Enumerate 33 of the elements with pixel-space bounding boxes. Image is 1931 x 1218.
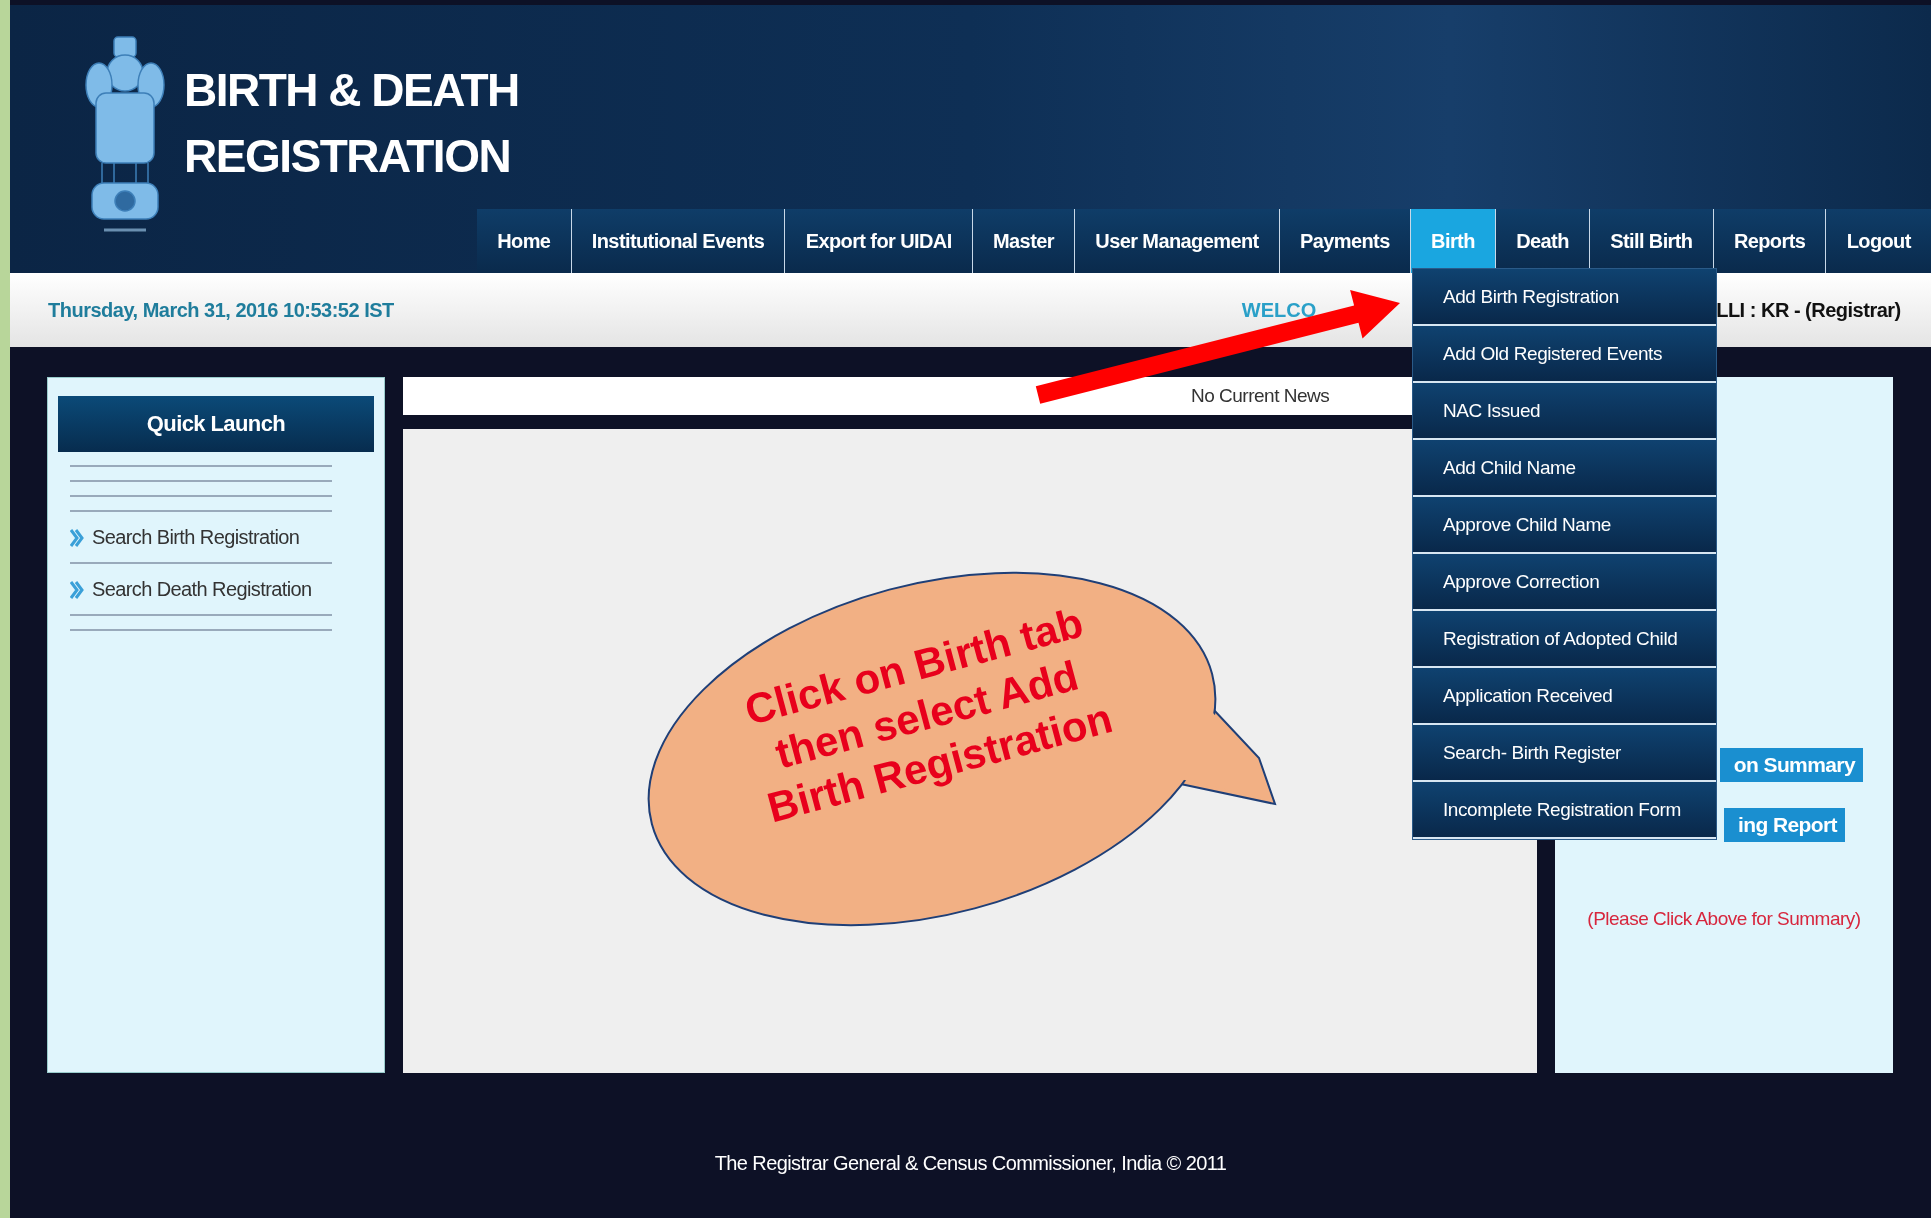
news-text: No Current News — [1191, 385, 1330, 407]
menu-item[interactable]: Registration of Adopted Child — [1412, 611, 1716, 668]
nav-tab[interactable]: Export for UIDAI — [784, 209, 972, 273]
nav-tab[interactable]: Reports — [1712, 209, 1826, 273]
emblem-icon — [84, 35, 166, 235]
menu-item[interactable]: Search- Birth Register — [1412, 725, 1716, 782]
quick-launch-header: Quick Launch — [58, 396, 374, 452]
nav-tab[interactable]: Payments — [1278, 209, 1410, 273]
menu-item[interactable]: Approve Correction — [1412, 554, 1716, 611]
menu-item[interactable]: Application Received — [1412, 668, 1716, 725]
nav-tab[interactable]: User Management — [1074, 209, 1279, 273]
user-role: LLI : KR - (Registrar) — [1716, 298, 1901, 322]
nav-tab[interactable]: Institutional Events — [570, 209, 785, 273]
footer-text: The Registrar General & Census Commissioner, India © 2011 — [714, 1151, 1227, 1175]
summary-hint: (Please Click Above for Summary) — [1587, 908, 1861, 930]
double-chevron-icon — [70, 579, 84, 600]
menu-item[interactable]: Add Birth Registration — [1412, 269, 1716, 326]
welcome-text: WELCO — [1241, 298, 1317, 322]
nav-tab[interactable]: Logout — [1825, 209, 1931, 273]
menu-item[interactable]: Add Child Name — [1412, 440, 1716, 497]
menu-item[interactable]: Incomplete Registration Form — [1412, 782, 1716, 839]
site-title: BIRTH & DEATH — [184, 63, 519, 118]
quick-launch-link[interactable]: Search Birth Registration — [92, 526, 300, 549]
site-title: REGISTRATION — [184, 129, 511, 184]
summary-button[interactable]: ing Report — [1724, 808, 1845, 842]
quick-launch-link[interactable]: Search Death Registration — [92, 578, 312, 601]
date-time: Thursday, March 31, 2016 10:53:52 IST — [48, 298, 394, 322]
menu-item[interactable]: Approve Child Name — [1412, 497, 1716, 554]
double-chevron-icon — [70, 527, 84, 548]
menu-item[interactable]: NAC Issued — [1412, 383, 1716, 440]
summary-button[interactable]: on Summary — [1719, 748, 1863, 782]
menu-item[interactable]: Add Old Registered Events — [1412, 326, 1716, 383]
nav-tab[interactable]: Master — [971, 209, 1075, 273]
